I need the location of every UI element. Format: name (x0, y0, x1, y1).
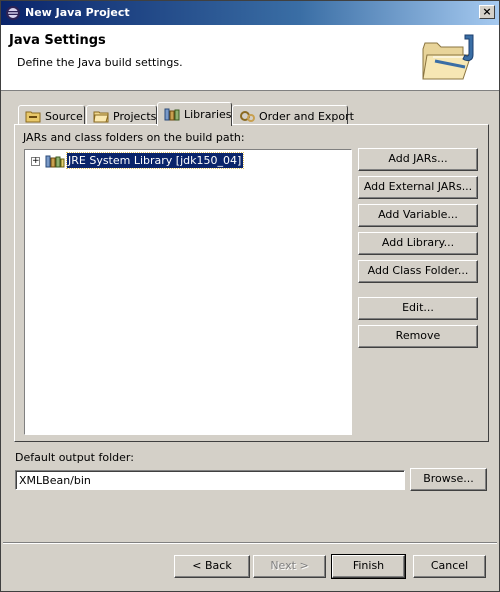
source-folder-icon (25, 111, 41, 123)
window-title: New Java Project (25, 6, 130, 19)
edit-button[interactable]: Edit... (358, 297, 478, 320)
back-button[interactable]: < Back (174, 555, 250, 578)
build-path-tree[interactable]: + JRE System Library [jdk150_04] (24, 149, 352, 435)
expand-icon[interactable]: + (31, 157, 40, 166)
add-jars-button[interactable]: Add JARs... (358, 148, 478, 171)
remove-button[interactable]: Remove (358, 325, 478, 348)
title-bar[interactable]: New Java Project × (1, 1, 499, 25)
page-title: Java Settings (9, 33, 106, 48)
output-folder-label: Default output folder: (15, 451, 134, 464)
java-project-folder-icon (422, 34, 474, 80)
output-folder-input[interactable] (15, 470, 405, 490)
add-class-folder-button[interactable]: Add Class Folder... (358, 260, 478, 283)
projects-icon (93, 111, 109, 123)
page-description: Define the Java build settings. (17, 56, 183, 69)
add-variable-button[interactable]: Add Variable... (358, 204, 478, 227)
library-icon (45, 155, 65, 168)
order-export-icon (240, 111, 255, 122)
tab-order-and-export[interactable]: Order and Export (232, 105, 354, 125)
add-library-button[interactable]: Add Library... (358, 232, 478, 255)
tab-order-and-export-label: Order and Export (259, 110, 354, 123)
tab-libraries[interactable]: Libraries (157, 102, 232, 126)
new-java-project-dialog: New Java Project × Java Settings Define … (0, 0, 500, 592)
finish-button[interactable]: Finish (331, 554, 406, 579)
next-button[interactable]: Next > (253, 555, 326, 578)
libraries-icon (164, 108, 180, 121)
tab-libraries-label: Libraries (184, 108, 232, 121)
add-external-jars-button[interactable]: Add External JARs... (358, 176, 478, 199)
browse-button[interactable]: Browse... (410, 468, 487, 491)
close-button[interactable]: × (479, 5, 495, 19)
footer-separator (3, 542, 497, 544)
wizard-header: Java Settings Define the Java build sett… (1, 25, 499, 91)
eclipse-icon (6, 6, 20, 20)
build-path-label: JARs and class folders on the build path… (23, 131, 245, 144)
cancel-button[interactable]: Cancel (413, 555, 486, 578)
tab-projects[interactable]: Projects (86, 105, 157, 125)
tab-projects-label: Projects (113, 110, 157, 123)
tab-source[interactable]: Source (18, 105, 85, 125)
jre-system-library-label[interactable]: JRE System Library [jdk150_04] (65, 152, 245, 169)
tab-source-label: Source (45, 110, 83, 123)
